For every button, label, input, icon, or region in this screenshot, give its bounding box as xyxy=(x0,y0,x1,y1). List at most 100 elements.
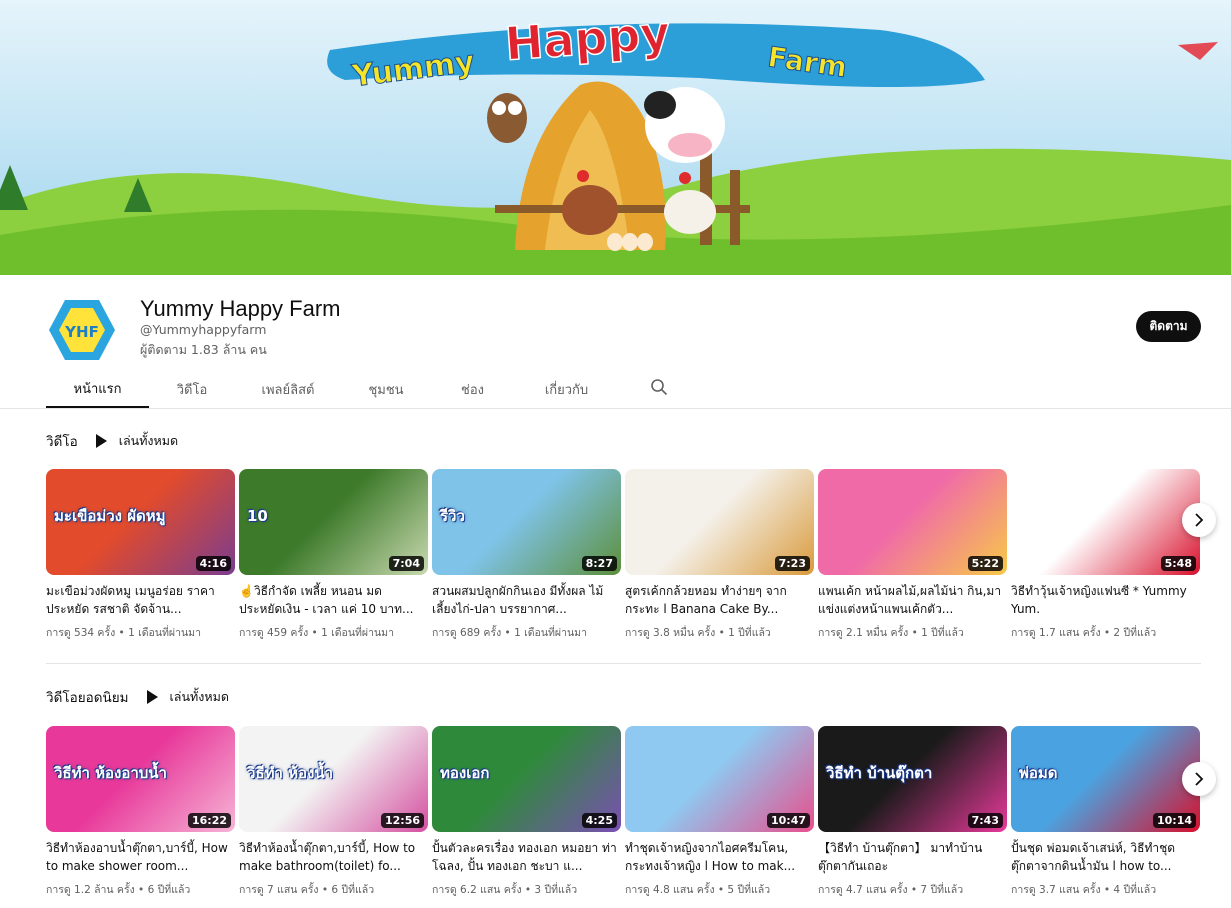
tab-videos[interactable]: วิดีโอ xyxy=(149,370,235,408)
video-card[interactable]: ทองเอก 4:25 ปั้นตัวละครเรื่อง ทองเอก หมอยา… xyxy=(432,726,621,898)
subscribe-button[interactable]: ติดตาม xyxy=(1136,311,1201,342)
video-thumbnail[interactable]: รีวิว 8:27 xyxy=(432,469,621,575)
thumbnail-caption: มะเขือม่วง ผัดหมู xyxy=(54,507,166,525)
tab-channels[interactable]: ช่อง xyxy=(431,370,514,408)
thumbnail-caption: รีวิว xyxy=(440,507,465,525)
video-thumbnail[interactable]: วิธีทำ ห้องอาบน้ำ 16:22 xyxy=(46,726,235,832)
video-duration: 10:47 xyxy=(766,813,810,828)
video-meta: การดู 2.1 หมื่น ครั้ง • 1 ปีที่แล้ว xyxy=(818,627,964,639)
play-all-label: เล่นทั้งหมด xyxy=(169,689,229,704)
video-shelf-videos: มะเขือม่วง ผัดหมู 4:16 มะเขือม่วงผัดหมู เม… xyxy=(46,469,1201,649)
section-divider xyxy=(46,663,1201,664)
video-card[interactable]: มะเขือม่วง ผัดหมู 4:16 มะเขือม่วงผัดหมู เม… xyxy=(46,469,235,641)
banner-title-happy: Happy xyxy=(503,6,672,71)
video-title[interactable]: สวนผสมปลูกผักกินเอง มีทั้งผล ไม้ เลี้ยงไ… xyxy=(432,582,621,618)
video-card[interactable]: 7:23 สูตรเค้กกล้วยหอม ทำง่ายๆ จาก กระทะ l… xyxy=(625,469,814,641)
video-thumbnail[interactable]: 10:47 xyxy=(625,726,814,832)
video-card[interactable]: วิธีทำ ห้องอาบน้ำ 16:22 วิธีทำห้องอาบน้ำตุ… xyxy=(46,726,235,898)
tab-home[interactable]: หน้าแรก xyxy=(46,370,149,408)
video-duration: 4:16 xyxy=(195,556,231,571)
channel-avatar[interactable]: YHF xyxy=(46,294,118,366)
play-icon xyxy=(146,690,158,704)
video-duration: 10:14 xyxy=(1152,813,1196,828)
video-duration: 12:56 xyxy=(380,813,424,828)
video-title[interactable]: วิธีทำห้องอาบน้ำตุ๊กตา,บาร์บี้, How to m… xyxy=(46,839,235,875)
section-title: วิดีโอ xyxy=(46,434,78,450)
thumbnail-caption: ทองเอก xyxy=(440,764,490,782)
video-meta: การดู 7 แสน ครั้ง • 6 ปีที่แล้ว xyxy=(239,884,375,896)
video-title[interactable]: ☝️วิธีกำจัด เพลี้ย หนอน มด ประหยัดเงิน -… xyxy=(239,582,428,618)
section-header-videos: วิดีโอ เล่นทั้งหมด xyxy=(46,430,178,452)
play-all-label: เล่นทั้งหมด xyxy=(118,433,179,448)
video-card[interactable]: 10:47 ทำชุดเจ้าหญิงจากไอศครีมโคน, กระทงเจ… xyxy=(625,726,814,898)
video-title[interactable]: แพนเค้ก หน้าผลไม้,ผลไม้น่า กิน,มาแข่งแต่… xyxy=(818,582,1007,618)
subscriber-count: ผู้ติดตาม 1.83 ล้าน คน xyxy=(140,342,267,357)
video-duration: 5:22 xyxy=(967,556,1003,571)
video-title[interactable]: ปั้นตัวละครเรื่อง ทองเอก หมอยา ท่าโฉลง, … xyxy=(432,839,621,875)
svg-text:YHF: YHF xyxy=(64,323,99,341)
video-thumbnail[interactable]: วิธีทำ บ้านตุ๊กตา 7:43 xyxy=(818,726,1007,832)
play-all-button[interactable]: เล่นทั้งหมด xyxy=(95,431,179,451)
thumbnail-caption: 10 xyxy=(247,507,268,525)
video-thumbnail[interactable]: 10 7:04 xyxy=(239,469,428,575)
video-meta: การดู 689 ครั้ง • 1 เดือนที่ผ่านมา xyxy=(432,627,587,639)
chevron-right-icon xyxy=(1195,513,1204,527)
video-title[interactable]: สูตรเค้กกล้วยหอม ทำง่ายๆ จาก กระทะ l Ban… xyxy=(625,582,814,618)
tab-about[interactable]: เกี่ยวกับ xyxy=(514,370,619,408)
video-title[interactable]: วิธีทำวุ้นเจ้าหญิงแฟนซี * Yummy Yum. xyxy=(1011,582,1200,618)
video-thumbnail[interactable]: มะเขือม่วง ผัดหมู 4:16 xyxy=(46,469,235,575)
video-card[interactable]: 5:22 แพนเค้ก หน้าผลไม้,ผลไม้น่า กิน,มาแข่… xyxy=(818,469,1007,641)
search-icon[interactable] xyxy=(650,378,668,396)
video-duration: 4:25 xyxy=(581,813,617,828)
channel-banner: Yummy Happy Farm xyxy=(0,0,1231,275)
thumbnail-caption: พ่อมด xyxy=(1019,764,1058,782)
tab-playlists[interactable]: เพลย์ลิสต์ xyxy=(235,370,341,408)
video-meta: การดู 3.8 หมื่น ครั้ง • 1 ปีที่แล้ว xyxy=(625,627,771,639)
video-thumbnail[interactable]: ทองเอก 4:25 xyxy=(432,726,621,832)
video-thumbnail[interactable]: พ่อมด 10:14 xyxy=(1011,726,1200,832)
video-thumbnail[interactable]: 5:48 xyxy=(1011,469,1200,575)
video-title[interactable]: ปั้นชุด พ่อมดเจ้าเสน่ห์, วิธีทำชุด ตุ๊กต… xyxy=(1011,839,1200,875)
video-meta: การดู 459 ครั้ง • 1 เดือนที่ผ่านมา xyxy=(239,627,394,639)
shelf-next-button[interactable] xyxy=(1182,503,1216,537)
video-duration: 16:22 xyxy=(187,813,231,828)
thumbnail-caption: วิธีทำ ห้องน้ำ xyxy=(247,764,334,782)
tabs-divider xyxy=(0,408,1231,409)
section-title: วิดีโอยอดนิยม xyxy=(46,690,129,706)
video-card[interactable]: 10 7:04 ☝️วิธีกำจัด เพลี้ย หนอน มด ประหยัด… xyxy=(239,469,428,641)
video-duration: 7:04 xyxy=(388,556,424,571)
video-shelf-popular: วิธีทำ ห้องอาบน้ำ 16:22 วิธีทำห้องอาบน้ำตุ… xyxy=(46,726,1201,906)
channel-tabs: หน้าแรก วิดีโอ เพลย์ลิสต์ ชุมชน ช่อง เกี… xyxy=(46,370,619,408)
video-duration: 7:23 xyxy=(774,556,810,571)
video-card[interactable]: พ่อมด 10:14 ปั้นชุด พ่อมดเจ้าเสน่ห์, วิธีท… xyxy=(1011,726,1200,898)
video-title[interactable]: ทำชุดเจ้าหญิงจากไอศครีมโคน, กระทงเจ้าหญิ… xyxy=(625,839,814,875)
video-duration: 7:43 xyxy=(967,813,1003,828)
video-card[interactable]: วิธีทำ บ้านตุ๊กตา 7:43 【วิธีทำ บ้านตุ๊กตา】… xyxy=(818,726,1007,898)
play-icon xyxy=(95,434,107,448)
video-card[interactable]: วิธีทำ ห้องน้ำ 12:56 วิธีทำห้องน้ำตุ๊กตา,บ… xyxy=(239,726,428,898)
section-header-popular: วิดีโอยอดนิยม เล่นทั้งหมด xyxy=(46,686,229,708)
video-card[interactable]: 5:48 วิธีทำวุ้นเจ้าหญิงแฟนซี * Yummy Yum.… xyxy=(1011,469,1200,641)
video-title[interactable]: 【วิธีทำ บ้านตุ๊กตา】 มาทำบ้าน ตุ๊กตากันเถ… xyxy=(818,839,1007,875)
video-meta: การดู 6.2 แสน ครั้ง • 3 ปีที่แล้ว xyxy=(432,884,578,896)
video-thumbnail[interactable]: 7:23 xyxy=(625,469,814,575)
video-meta: การดู 4.8 แสน ครั้ง • 5 ปีที่แล้ว xyxy=(625,884,771,896)
channel-handle: @Yummyhappyfarm xyxy=(140,322,267,337)
tab-community[interactable]: ชุมชน xyxy=(341,370,431,408)
thumbnail-caption: วิธีทำ บ้านตุ๊กตา xyxy=(826,764,933,782)
video-thumbnail[interactable]: วิธีทำ ห้องน้ำ 12:56 xyxy=(239,726,428,832)
video-meta: การดู 1.2 ล้าน ครั้ง • 6 ปีที่แล้ว xyxy=(46,884,191,896)
video-title[interactable]: มะเขือม่วงผัดหมู เมนูอร่อย ราคาประหยัด ร… xyxy=(46,582,235,618)
channel-name: Yummy Happy Farm xyxy=(140,296,341,321)
channel-logo-icon: YHF xyxy=(49,300,115,360)
play-all-button[interactable]: เล่นทั้งหมด xyxy=(146,687,229,707)
video-duration: 5:48 xyxy=(1160,556,1196,571)
video-card[interactable]: รีวิว 8:27 สวนผสมปลูกผักกินเอง มีทั้งผล ไม… xyxy=(432,469,621,641)
video-thumbnail[interactable]: 5:22 xyxy=(818,469,1007,575)
video-title[interactable]: วิธีทำห้องน้ำตุ๊กตา,บาร์บี้, How to make… xyxy=(239,839,428,875)
thumbnail-caption: วิธีทำ ห้องอาบน้ำ xyxy=(54,764,167,782)
video-meta: การดู 4.7 แสน ครั้ง • 7 ปีที่แล้ว xyxy=(818,884,964,896)
video-meta: การดู 534 ครั้ง • 1 เดือนที่ผ่านมา xyxy=(46,627,201,639)
shelf-next-button[interactable] xyxy=(1182,762,1216,796)
video-meta: การดู 1.7 แสน ครั้ง • 2 ปีที่แล้ว xyxy=(1011,627,1157,639)
